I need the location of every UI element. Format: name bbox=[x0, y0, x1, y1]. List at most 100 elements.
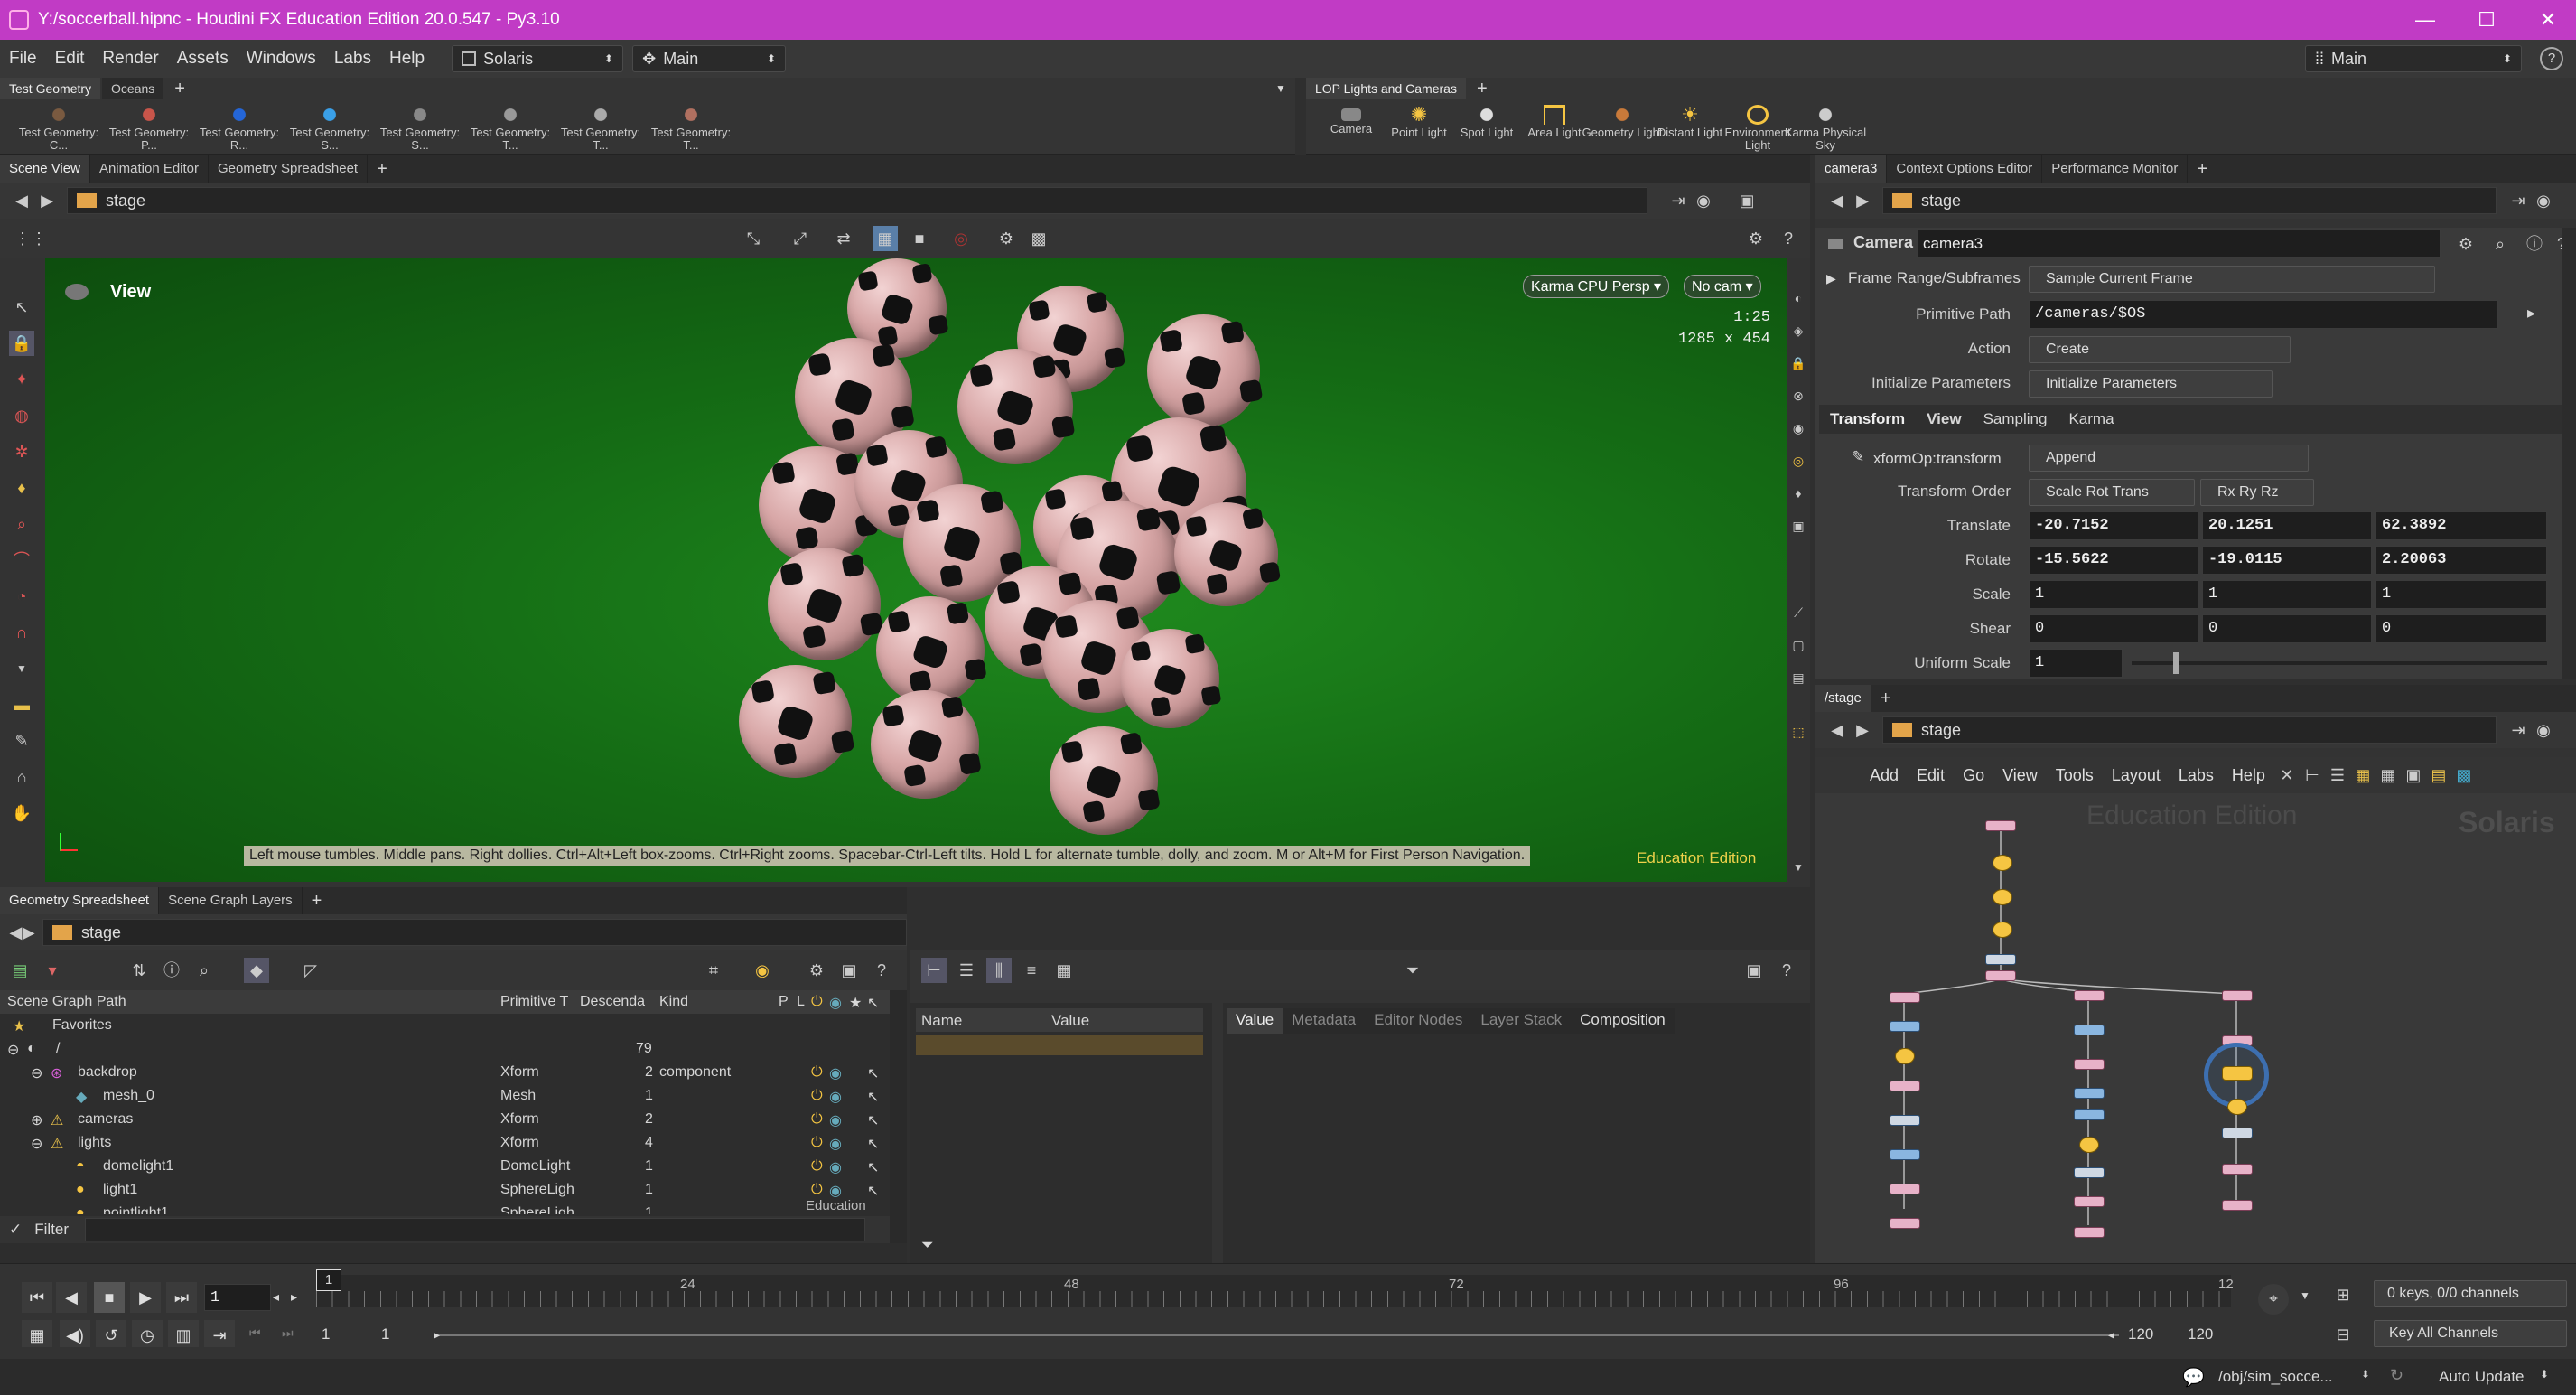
pin-icon[interactable]: ⇥ bbox=[2506, 188, 2531, 213]
visibility-icon[interactable]: ◉ bbox=[829, 1135, 842, 1153]
network-node[interactable] bbox=[2222, 1128, 2253, 1138]
viewport[interactable]: View Karma CPU Persp ▾ No cam ▾ 1:25 128… bbox=[45, 258, 1787, 882]
lighting-icon[interactable]: ◉ bbox=[1786, 416, 1811, 441]
active-icon[interactable]: ⏻ bbox=[811, 1135, 823, 1151]
menu-windows[interactable]: Windows bbox=[238, 49, 325, 69]
prune-icon[interactable]: ▾ bbox=[40, 958, 65, 983]
tool-test-geometry-p[interactable]: Test Geometry: P... bbox=[104, 105, 194, 152]
visibility-icon[interactable]: ◉ bbox=[829, 1182, 842, 1200]
list-icon[interactable]: ☰ bbox=[2325, 763, 2350, 788]
action-dropdown[interactable]: Create bbox=[2029, 336, 2291, 363]
slider-handle[interactable] bbox=[2173, 652, 2179, 674]
tab-composition[interactable]: Composition bbox=[1571, 1008, 1675, 1034]
rotation-order-dropdown[interactable]: Rx Ry Rz bbox=[2200, 479, 2314, 506]
primitive-path-field[interactable]: /cameras/$OS bbox=[2029, 300, 2498, 329]
key-all-channels-dropdown[interactable]: Key All Channels bbox=[2374, 1320, 2567, 1347]
camera-icon[interactable]: ▣ bbox=[836, 958, 862, 983]
frame-field[interactable]: 1 bbox=[204, 1284, 271, 1311]
last-frame-button[interactable]: ⏭ bbox=[166, 1282, 197, 1313]
tab-transform[interactable]: Transform bbox=[1819, 410, 1916, 428]
network-node[interactable] bbox=[1890, 1184, 1920, 1194]
maximize-button[interactable]: ☐ bbox=[2455, 0, 2518, 40]
tree-row[interactable]: ⊖ ⚠ lights Xform 4 ⏻ ◉ ↖ bbox=[0, 1131, 890, 1155]
tab-editor-nodes[interactable]: Editor Nodes bbox=[1365, 1008, 1472, 1034]
select-icon[interactable]: ↖ bbox=[867, 1182, 879, 1200]
range-start-field-2[interactable]: 1 bbox=[381, 1325, 389, 1344]
tree-row[interactable]: ⊕ ⚠ cameras Xform 2 ⏻ ◉ ↖ bbox=[0, 1108, 890, 1131]
filter-icon[interactable]: ⏷ bbox=[1400, 958, 1425, 983]
point-light-icon[interactable]: ♦ bbox=[1786, 481, 1811, 506]
network-node[interactable] bbox=[1985, 954, 2016, 965]
network-node[interactable] bbox=[2222, 1200, 2253, 1211]
translate-y-field[interactable]: 20.1251 bbox=[2202, 511, 2372, 540]
add-shelf-tab-button[interactable]: + bbox=[1468, 79, 1497, 99]
forward-arrow-icon[interactable]: ▶ bbox=[22, 920, 35, 945]
network-node[interactable] bbox=[2222, 990, 2253, 1001]
current-frame-marker[interactable]: 1 bbox=[316, 1269, 341, 1291]
tab-performance-monitor[interactable]: Performance Monitor bbox=[2042, 155, 2189, 183]
network-box-icon[interactable]: ▣ bbox=[2401, 763, 2426, 788]
tab-metadata[interactable]: Metadata bbox=[1283, 1008, 1366, 1034]
help-icon[interactable]: ? bbox=[869, 958, 894, 983]
add-pane-tab-button[interactable]: + bbox=[2188, 159, 2217, 180]
shear-y-field[interactable]: 0 bbox=[2202, 614, 2372, 643]
menu-file[interactable]: File bbox=[0, 49, 46, 69]
grid-menu-icon[interactable]: ⋮⋮ bbox=[14, 226, 47, 251]
light-node[interactable] bbox=[1895, 1048, 1915, 1064]
range-end-field-2[interactable]: 120 bbox=[2188, 1325, 2213, 1344]
search-icon[interactable]: ⌕ bbox=[2487, 231, 2513, 257]
tool-karma-physical-sky[interactable]: Karma Physical Sky bbox=[1780, 105, 1871, 152]
add-pane-tab-button[interactable]: + bbox=[1871, 688, 1900, 709]
status-path[interactable]: /obj/sim_socce... bbox=[2218, 1368, 2333, 1386]
forward-arrow-icon[interactable]: ▶ bbox=[34, 188, 60, 213]
reset-icon[interactable]: ⊗ bbox=[1786, 383, 1811, 408]
help-button[interactable]: ? bbox=[2540, 47, 2563, 70]
auto-update-dropdown[interactable]: Auto Update bbox=[2439, 1368, 2525, 1386]
visibility-icon[interactable]: ◉ bbox=[829, 1088, 842, 1106]
main-dropdown[interactable]: ✥ Main ⬍ bbox=[632, 45, 787, 72]
lock-tool-icon[interactable]: 🔒 bbox=[9, 331, 34, 356]
gear-icon[interactable]: ⚙ bbox=[804, 958, 829, 983]
visibility-icon[interactable]: ◉ bbox=[829, 1111, 842, 1129]
crop-icon[interactable]: ⌗ bbox=[701, 958, 726, 983]
pin-icon[interactable]: ⇥ bbox=[1666, 188, 1691, 213]
help-icon[interactable]: ? bbox=[1774, 958, 1799, 983]
sort-icon[interactable]: ⇅ bbox=[126, 958, 152, 983]
rows-icon[interactable]: ≡ bbox=[1019, 958, 1044, 983]
network-node[interactable] bbox=[2074, 1088, 2105, 1099]
pin-icon[interactable]: ⇥ bbox=[2506, 717, 2531, 743]
menu-edit[interactable]: Edit bbox=[46, 49, 94, 69]
record-icon[interactable]: ◎ bbox=[948, 226, 974, 251]
pan-icon[interactable]: ⟋ bbox=[1786, 600, 1811, 625]
net-menu-edit[interactable]: Edit bbox=[1908, 766, 1954, 785]
tool-test-geometry-r[interactable]: Test Geometry: R... bbox=[194, 105, 285, 152]
tab-stage[interactable]: /stage bbox=[1815, 685, 1871, 712]
range-forward-icon[interactable]: ⏭ bbox=[282, 1325, 294, 1341]
forward-arrow-icon[interactable]: ▶ bbox=[1850, 717, 1875, 743]
col-primitive-type[interactable]: Primitive T bbox=[500, 994, 568, 1010]
network-node[interactable] bbox=[2074, 1025, 2105, 1035]
grid-icon[interactable]: ▦ bbox=[2375, 763, 2401, 788]
tab-test-geometry[interactable]: Test Geometry bbox=[0, 78, 101, 99]
tab-scene-graph-layers[interactable]: Scene Graph Layers bbox=[159, 887, 303, 914]
desktop-dropdown[interactable]: Solaris ⬍ bbox=[452, 45, 624, 72]
hand-tool-icon[interactable]: ✋ bbox=[9, 800, 34, 826]
layout-icon[interactable]: ▣ bbox=[1734, 188, 1759, 213]
grid-view-icon[interactable]: ▦ bbox=[2350, 763, 2375, 788]
tool-test-geometry-s1[interactable]: Test Geometry: S... bbox=[285, 105, 375, 152]
range-back-icon[interactable]: ⏮ bbox=[249, 1325, 261, 1341]
active-icon[interactable]: ⏻ bbox=[811, 1064, 823, 1081]
gear-icon[interactable]: ⚙ bbox=[2453, 231, 2478, 257]
tree-row[interactable]: ⊖ ⊛ backdrop Xform 2 component ⏻ ◉ ↖ bbox=[0, 1061, 890, 1084]
shear-x-field[interactable]: 0 bbox=[2029, 614, 2198, 643]
rotate-x-field[interactable]: -15.5622 bbox=[2029, 546, 2198, 575]
menu-assets[interactable]: Assets bbox=[168, 49, 238, 69]
frame-range-dropdown[interactable]: Sample Current Frame bbox=[2029, 266, 2435, 293]
link-icon[interactable]: ◉ bbox=[1691, 188, 1716, 213]
range-end-handle[interactable]: ◂ bbox=[2108, 1327, 2114, 1343]
col-payload[interactable]: P bbox=[779, 994, 789, 1010]
tab-layer-stack[interactable]: Layer Stack bbox=[1471, 1008, 1572, 1034]
tab-view[interactable]: View bbox=[1916, 410, 1972, 428]
first-frame-button[interactable]: ⏮ bbox=[22, 1282, 52, 1313]
back-arrow-icon[interactable]: ◀ bbox=[1825, 188, 1850, 213]
